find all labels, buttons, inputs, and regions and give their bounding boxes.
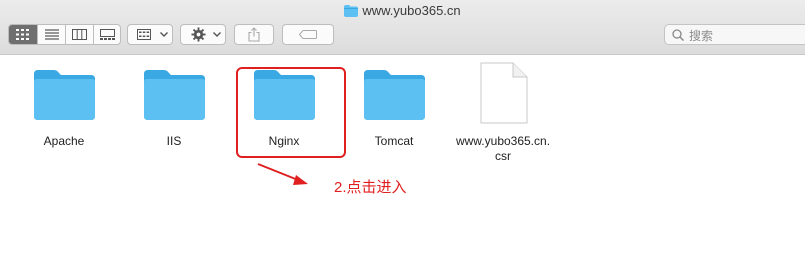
group-by-icon [137,29,151,40]
group-by-button[interactable] [127,24,173,45]
window-title-text: www.yubo365.cn [362,3,461,18]
window-title: www.yubo365.cn [0,3,805,21]
share-button[interactable] [234,24,274,45]
folder-icon [344,5,359,21]
file-name: Tomcat [374,134,414,148]
folder-icon [144,70,205,120]
annotation-text: 2.点击进入 [334,179,407,196]
icon-view-icon [16,29,29,40]
tag-button[interactable] [282,24,334,45]
gallery-view-button[interactable] [94,25,121,44]
folder-icon [34,70,95,120]
arrow-annotation [257,163,308,185]
icon-view-button[interactable] [9,25,37,44]
list-view-button[interactable] [38,25,65,44]
tag-icon [299,30,317,39]
gear-icon [191,27,206,42]
folder-icon [364,70,425,120]
view-mode-control[interactable] [8,24,121,45]
file-name: Apache [43,134,85,148]
document-icon [480,62,528,124]
chevron-down-icon [160,32,168,37]
chevron-down-icon [213,32,221,37]
share-icon [248,27,260,42]
column-view-icon [72,29,87,40]
window-titlebar: www.yubo365.cn 搜索 [0,0,805,55]
file-name: IIS [166,134,182,148]
search-field[interactable]: 搜索 [664,24,805,45]
search-icon [672,29,684,41]
action-button[interactable] [180,24,226,45]
gallery-view-icon [100,29,115,40]
column-view-button[interactable] [66,25,93,44]
highlight-box [236,67,346,158]
file-name: www.yubo365.cn. csr [455,134,551,163]
search-placeholder: 搜索 [689,29,714,43]
list-view-icon [44,29,59,40]
